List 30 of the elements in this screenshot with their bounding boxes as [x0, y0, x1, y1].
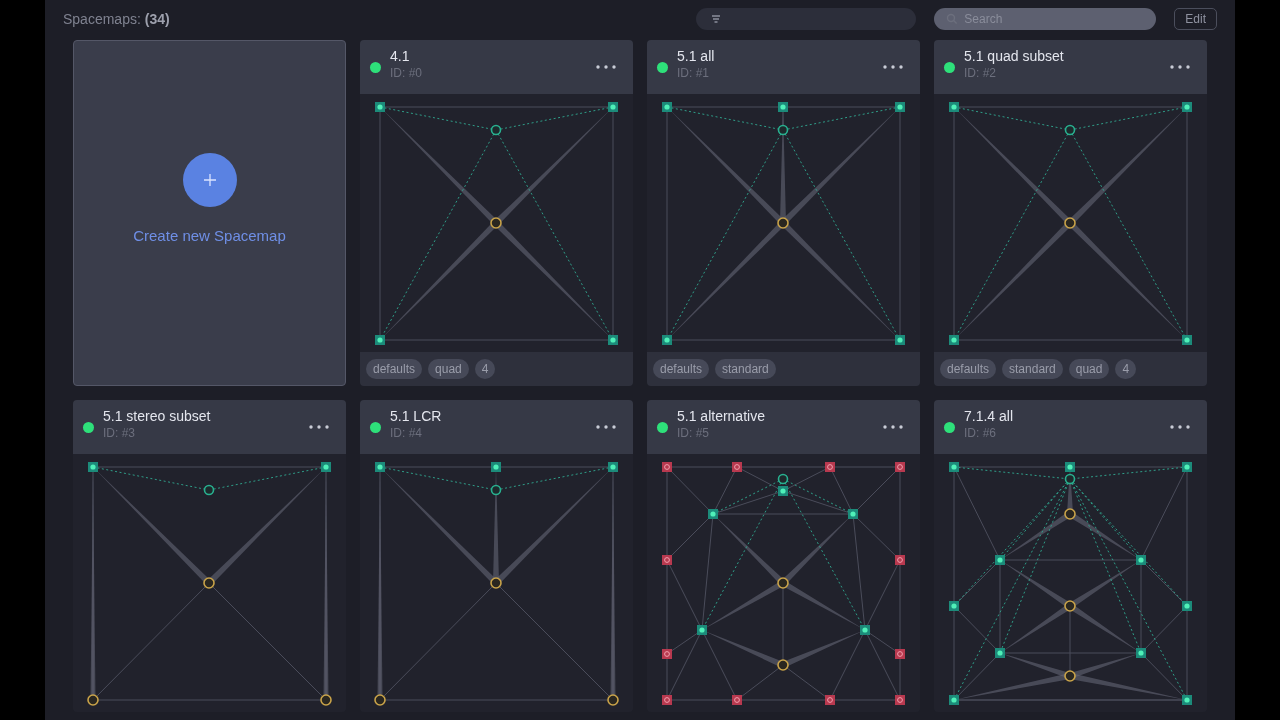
more-icon [882, 424, 904, 430]
spacemap-name: 5.1 LCR [390, 408, 443, 424]
tag: defaults [653, 359, 710, 379]
sort-field[interactable] [696, 8, 917, 30]
more-icon [595, 424, 617, 430]
spacemap-name: 7.1.4 all [964, 408, 1015, 424]
spacemap-name: 5.1 all [677, 48, 716, 64]
spacemap-name: 5.1 alternative [677, 408, 766, 424]
page-title: Spacemaps: (34) [63, 11, 170, 27]
tag: 4 [1115, 359, 1137, 379]
spacemap-name: 5.1 stereo subset [103, 408, 212, 424]
spacemap-name: 4.1 [390, 48, 411, 64]
tag: quad [428, 359, 469, 379]
tag: standard [715, 359, 776, 379]
spacemap-name: 5.1 quad subset [964, 48, 1065, 64]
more-icon [595, 64, 617, 70]
more-icon [308, 424, 330, 430]
tag: quad [1068, 359, 1110, 379]
edit-button[interactable]: Edit [1174, 8, 1217, 30]
plus-icon [202, 172, 217, 187]
create-label[interactable]: Create new Spacemap [133, 226, 286, 244]
tag: defaults [940, 359, 997, 379]
more-icon [882, 64, 904, 70]
tag: standard [1002, 359, 1063, 379]
tag: defaults [366, 359, 423, 379]
tag: 4 [474, 359, 496, 379]
sort-icon [710, 13, 723, 25]
create-card[interactable]: Create new Spacemap [73, 40, 346, 386]
more-icon [1169, 64, 1191, 70]
more-icon [1169, 424, 1191, 430]
